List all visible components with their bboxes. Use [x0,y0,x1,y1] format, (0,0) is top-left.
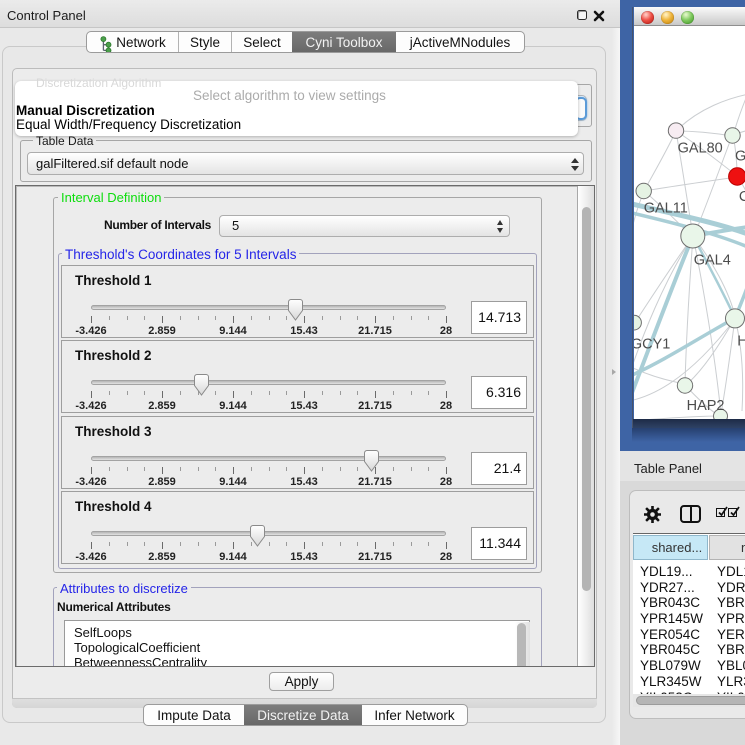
svg-text:GA: GA [735,149,745,165]
svg-text:GAL80: GAL80 [678,141,723,157]
svg-text:HAP2: HAP2 [687,398,725,414]
svg-text:GCY1: GCY1 [634,337,670,353]
svg-text:H: H [737,333,745,349]
svg-text:GAL4: GAL4 [694,253,731,269]
svg-text:GAL11: GAL11 [644,201,688,217]
svg-text:C: C [739,189,745,205]
